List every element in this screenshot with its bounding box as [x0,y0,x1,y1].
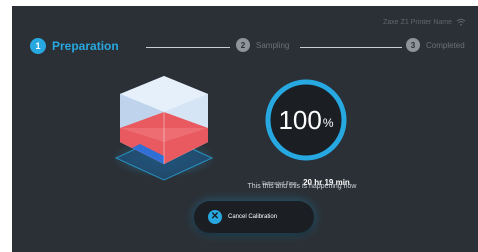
step-connector [146,47,230,48]
close-icon: ✕ [208,210,222,224]
step-number: 1 [30,38,46,54]
step-label: Completed [426,40,465,50]
progress-unit: % [322,116,334,130]
step-number: 2 [236,38,250,52]
step-label: Preparation [52,39,119,53]
printer-status: Zaxe Z1 Printer Name [383,18,466,26]
progress-value: 100 [278,104,322,135]
status-message: This this and this is happening now [247,183,357,190]
step-sampling: 2 Sampling [236,38,289,52]
step-completed: 3 Completed [406,38,465,52]
step-connector [300,47,402,48]
cube-icon [112,76,216,181]
progress-stepper: 1 Preparation 2 Sampling 3 Completed [28,38,478,58]
step-label: Sampling [256,40,290,50]
wifi-icon [456,18,466,26]
printer-name-label: Zaxe Z1 Printer Name [383,18,452,26]
cancel-button-label: Cancel Calibration [228,214,278,220]
step-preparation: 1 Preparation [30,38,119,54]
progress-readout: 100 % [262,76,350,164]
step-number: 3 [406,38,420,52]
calibration-screen: Zaxe Z1 Printer Name 1 Preparation 2 Sam… [12,6,478,252]
progress-ring: 100 % [262,76,350,164]
cancel-calibration-button[interactable]: ✕ Cancel Calibration [194,201,314,233]
calibration-cube-illustration [110,76,218,182]
